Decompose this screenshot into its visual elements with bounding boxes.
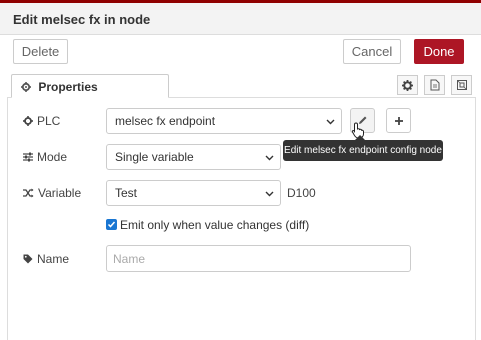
plc-select-value: melsec fx endpoint [115,114,216,128]
chevron-down-icon [265,191,274,197]
diff-checkbox-label: Emit only when value changes (diff) [120,218,310,232]
plc-label: PLC [23,114,60,128]
tab-settings[interactable] [397,75,418,95]
tag-icon [23,254,33,264]
tooltip: Edit melsec fx endpoint config node [283,135,443,161]
variable-label: Variable [23,186,81,200]
variable-address: D100 [287,186,316,200]
name-label: Name [23,252,69,266]
done-button[interactable]: Done [414,39,464,64]
tab-appearance[interactable] [451,75,472,95]
mode-label-text: Mode [37,150,68,164]
add-config-button[interactable] [386,108,411,133]
plc-label-text: PLC [37,114,61,128]
variable-select[interactable]: Test [106,180,281,206]
file-icon [430,79,439,91]
mode-select-value: Single variable [115,150,194,164]
variable-label-text: Variable [38,186,82,200]
tab-properties-label: Properties [38,80,98,94]
tab-description[interactable] [424,75,445,95]
cancel-button[interactable]: Cancel [343,39,401,64]
diff-checkbox[interactable] [106,219,117,230]
checkmark-icon [107,221,116,228]
variable-select-value: Test [115,186,138,200]
name-input[interactable] [106,245,411,272]
mode-select[interactable]: Single variable [106,144,281,170]
layout-icon [456,80,467,90]
name-label-text: Name [37,252,70,266]
tab-properties[interactable]: Properties [11,74,169,98]
gear-icon [21,82,31,92]
sliders-icon [23,152,33,162]
plus-icon [394,116,403,125]
mode-label: Mode [23,150,67,164]
chevron-down-icon [265,155,274,161]
dialog-title: Edit melsec fx in node [13,12,151,27]
chevron-down-icon [326,119,335,125]
dialog-header: Edit melsec fx in node [0,3,481,35]
gear-icon [23,116,33,126]
delete-button[interactable]: Delete [13,39,68,64]
gear-icon [402,79,413,91]
plc-select[interactable]: melsec fx endpoint [106,108,342,134]
shuffle-icon [23,188,34,198]
